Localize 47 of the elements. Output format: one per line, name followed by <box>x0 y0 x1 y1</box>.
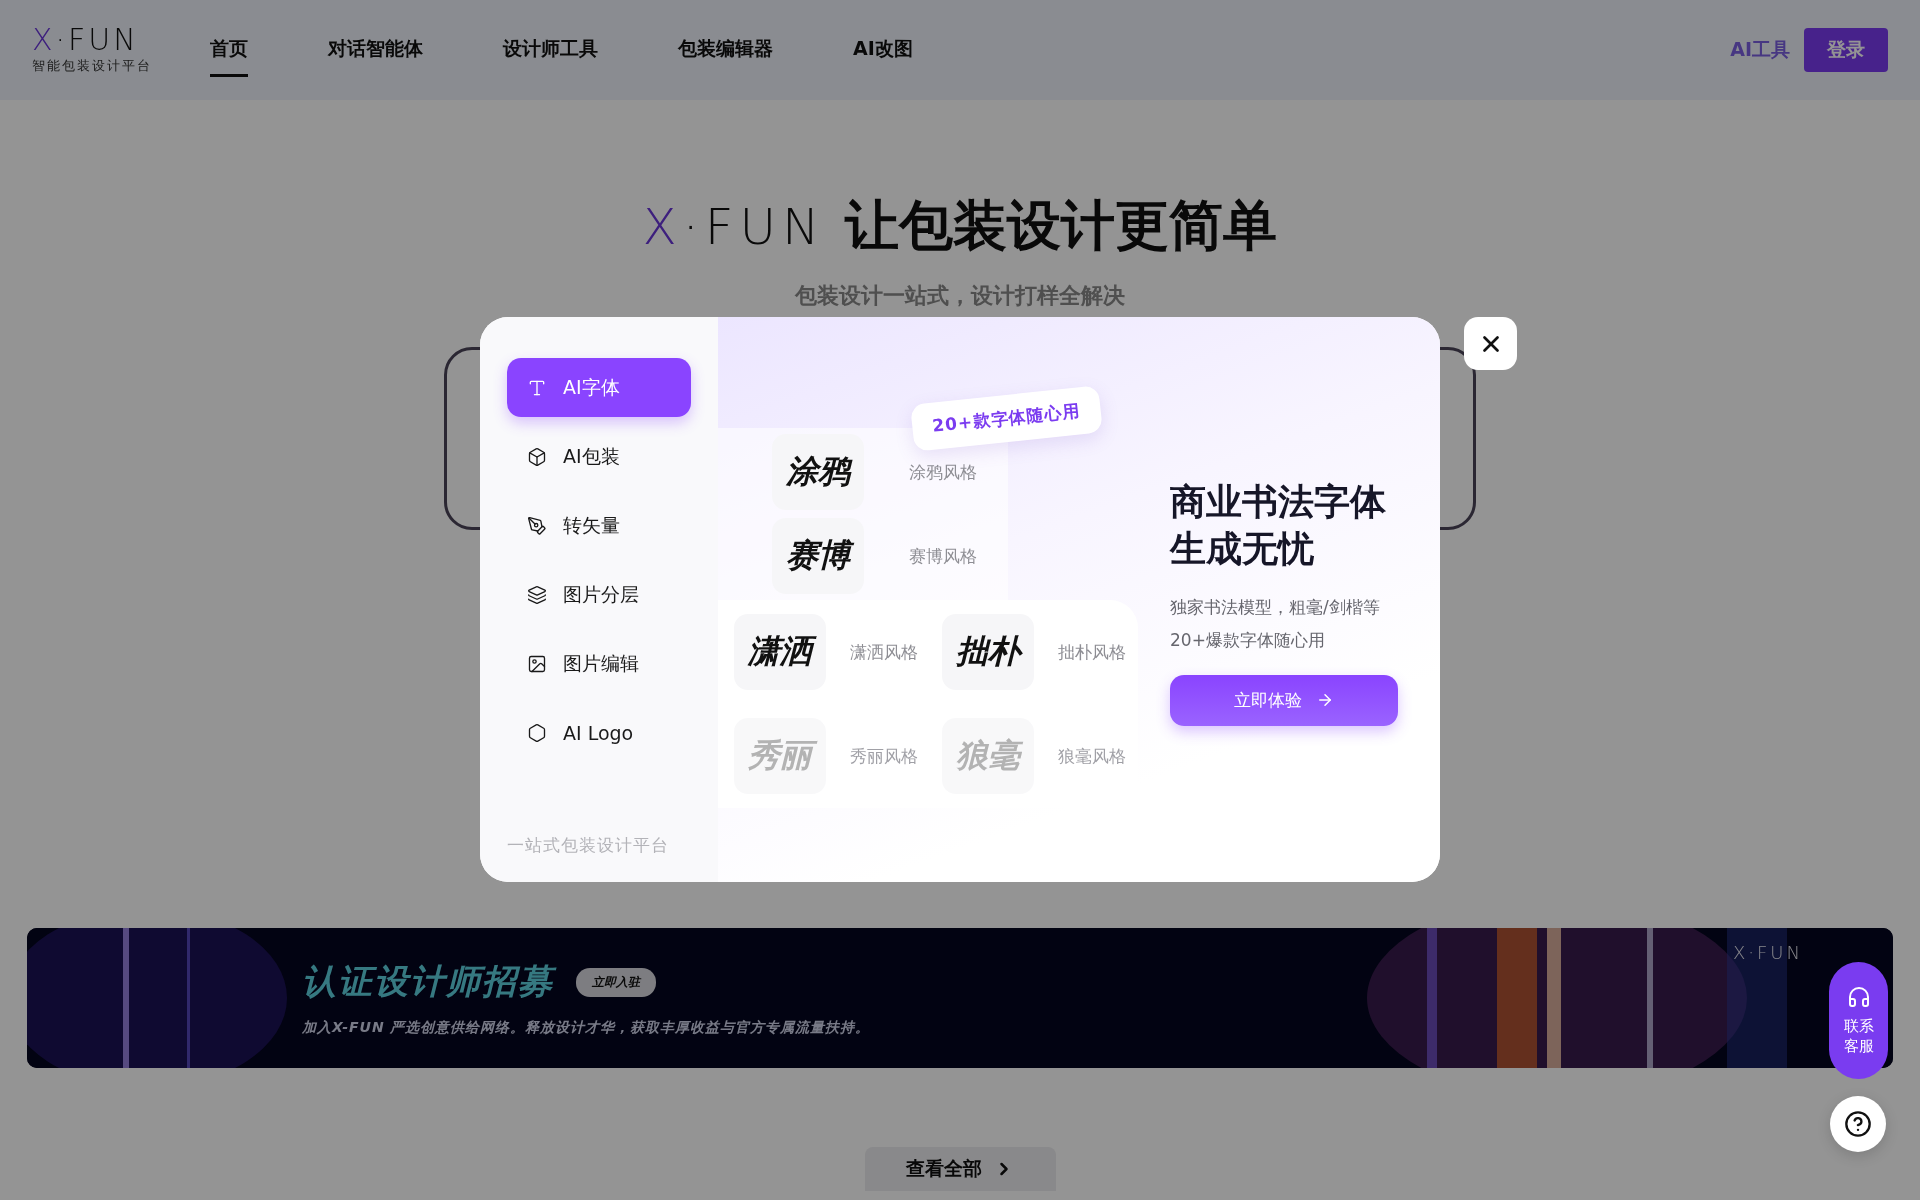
menu-item[interactable]: AI包装 <box>507 427 691 486</box>
image-icon <box>527 653 547 674</box>
speech-bubble: 20+款字体随心用 <box>910 385 1103 452</box>
menu-item[interactable]: 图片分层 <box>507 565 691 624</box>
font-style-label: 狼毫风格 <box>1058 744 1127 768</box>
logo: X·FUN <box>32 25 140 55</box>
banner-logo: X·FUN <box>1732 942 1803 963</box>
close-button[interactable] <box>1464 317 1517 370</box>
font-style-label: 潇洒风格 <box>850 640 919 664</box>
pen-icon <box>527 515 547 536</box>
font-style-label: 涂鸦风格 <box>909 460 978 484</box>
nav-link[interactable]: 设计师工具 <box>503 23 598 77</box>
feature-description: 独家书法模型，粗毫/剑楷等20+爆款字体随心用 <box>1170 595 1381 652</box>
nav-link[interactable]: AI改图 <box>853 23 913 77</box>
font-sample: 狼毫 <box>942 718 1034 794</box>
hero-title: 让包装设计更简单 <box>845 193 1278 259</box>
menu-item[interactable]: AI字体 <box>507 358 691 417</box>
font-sample: 拙朴 <box>942 614 1034 690</box>
hero-logo: X·FUN <box>642 197 826 256</box>
try-now-button[interactable]: 立即体验 <box>1170 674 1398 726</box>
hexagon-icon <box>527 722 547 743</box>
contact-service-button[interactable]: 联系客服 <box>1829 962 1888 1079</box>
nav-link[interactable]: 包装编辑器 <box>678 23 773 77</box>
help-icon <box>1844 1110 1872 1138</box>
font-sample: 赛博 <box>772 518 864 594</box>
font-style-label: 秀丽风格 <box>850 744 919 768</box>
help-button[interactable] <box>1830 1096 1886 1152</box>
nav-link[interactable]: 首页 <box>210 23 248 77</box>
font-style-label: 赛博风格 <box>909 544 978 568</box>
login-button[interactable]: 登录 <box>1804 28 1888 72</box>
logo-tagline: 智能包装设计平台 <box>32 57 152 75</box>
font-style-label: 拙朴风格 <box>1058 640 1127 664</box>
layers-icon <box>527 584 547 605</box>
menu-item[interactable]: AI Logo <box>507 703 691 762</box>
view-all-button[interactable]: 查看全部 <box>864 1147 1056 1191</box>
menu-item[interactable]: 图片编辑 <box>507 634 691 693</box>
menu-item[interactable]: 转矢量 <box>507 496 691 555</box>
banner-text: 加入X-FUN 严选创意供给网络。释放设计才华，获取丰厚收益与官方专属流量扶持。 <box>302 1019 871 1037</box>
cube-icon <box>527 446 547 467</box>
sidebar-footer-text: 一站式包装设计平台 <box>507 834 670 857</box>
font-sample: 秀丽 <box>734 718 826 794</box>
nav-link[interactable]: 对话智能体 <box>328 23 423 77</box>
font-sample: 涂鸦 <box>772 434 864 510</box>
font-sample: 潇洒 <box>734 614 826 690</box>
headset-icon <box>1846 985 1871 1009</box>
hero-subtitle: 包装设计一站式，设计打样全解决 <box>795 281 1125 310</box>
feature-heading: 商业书法字体生成无忧 <box>1170 480 1387 571</box>
